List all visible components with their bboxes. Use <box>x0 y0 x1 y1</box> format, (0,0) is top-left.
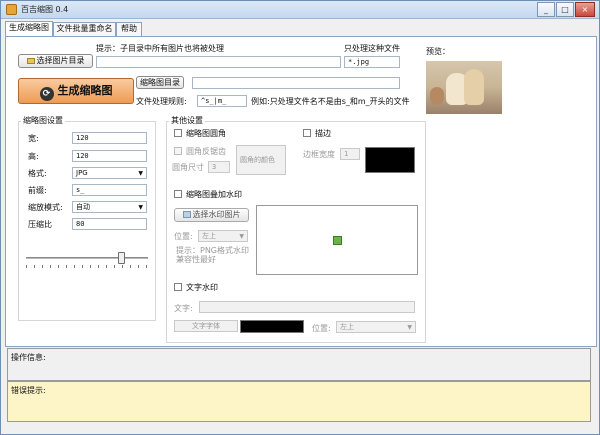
window-title: 百吉缩图 0.4 <box>21 5 69 14</box>
select-image-dir-button[interactable]: 选择图片目录 <box>18 54 93 68</box>
app-window: 百吉缩图 0.4 _ □ × 生成缩略图 文件批量重命名 帮助 选择图片目录 提… <box>0 0 600 435</box>
rule-example: 例如:只处理文件名不是由s_和m_开头的文件 <box>251 97 410 106</box>
watermark-hint: 提示：PNG格式水印兼容性最好 <box>176 246 250 264</box>
select-watermark-label: 选择水印图片 <box>192 210 241 219</box>
minimize-button[interactable]: _ <box>537 2 555 17</box>
format-label: 格式: <box>28 169 47 178</box>
scale-mode-value: 自动 <box>76 203 90 211</box>
error-label: 错误提示: <box>11 386 46 395</box>
format-select[interactable]: JPG ▼ <box>72 167 147 179</box>
height-label: 高: <box>28 152 39 161</box>
border-checkbox[interactable] <box>303 129 311 137</box>
image-dir-input[interactable] <box>96 56 341 68</box>
operation-info-panel: 操作信息: <box>7 348 591 381</box>
select-watermark-button[interactable]: 选择水印图片 <box>174 208 249 222</box>
prefix-input[interactable]: s_ <box>72 184 147 196</box>
text-watermark-checkbox[interactable] <box>174 283 182 291</box>
width-label: 宽: <box>28 134 39 143</box>
compress-input[interactable]: 80 <box>72 218 147 230</box>
text-input[interactable] <box>199 301 415 313</box>
main-panel: 选择图片目录 提示：子目录中所有图片也将被处理 只处理这种文件 *.jpg 预览… <box>5 36 597 347</box>
round-corner-checkbox[interactable] <box>174 129 182 137</box>
subdir-hint: 提示：子目录中所有图片也将被处理 <box>96 44 224 53</box>
chevron-down-icon: ▼ <box>407 324 412 331</box>
watermark-checkbox[interactable] <box>174 190 182 198</box>
preview-image <box>426 61 502 114</box>
image-icon <box>182 211 191 218</box>
thumb-settings-title: 缩略图设置 <box>21 115 65 126</box>
text-position-select[interactable]: 左上 ▼ <box>336 321 416 333</box>
tab-generate-thumbnail[interactable]: 生成缩略图 <box>5 21 53 36</box>
compress-label: 压缩比 <box>28 220 52 229</box>
watermark-position-value: 左上 <box>202 232 216 240</box>
chevron-down-icon: ▼ <box>239 233 244 240</box>
height-input[interactable]: 120 <box>72 150 147 162</box>
folder-icon <box>26 58 35 64</box>
operation-info-label: 操作信息: <box>11 353 46 362</box>
file-type-input[interactable]: *.jpg <box>344 56 400 68</box>
text-color-swatch[interactable] <box>240 320 304 333</box>
select-image-dir-label: 选择图片目录 <box>36 56 85 65</box>
border-label: 描边 <box>315 129 331 138</box>
border-width-label: 边框宽度 <box>303 150 335 159</box>
watermark-label: 缩略图叠加水印 <box>186 190 242 199</box>
generate-thumbnail-label: 生成缩略图 <box>57 84 113 97</box>
watermark-position-select[interactable]: 左上 ▼ <box>198 230 248 242</box>
format-value: JPG <box>76 169 88 177</box>
slider-thumb[interactable] <box>118 252 125 264</box>
scale-mode-label: 缩放模式: <box>28 203 63 212</box>
close-button[interactable]: × <box>575 2 595 17</box>
width-input[interactable]: 120 <box>72 132 147 144</box>
rule-input[interactable]: ^s_|m_ <box>197 95 247 107</box>
scale-mode-select[interactable]: 自动 ▼ <box>72 201 147 213</box>
font-select-box[interactable]: 文字字体 <box>174 320 238 332</box>
prefix-label: 前缀: <box>28 186 47 195</box>
compress-slider[interactable] <box>26 249 148 269</box>
round-corner-label: 缩略图圆角 <box>186 129 226 138</box>
chevron-down-icon: ▼ <box>138 170 143 177</box>
tab-batch-rename[interactable]: 文件批量重命名 <box>53 22 116 36</box>
slider-track <box>26 257 148 259</box>
file-type-label: 只处理这种文件 <box>344 44 400 53</box>
title-bar: 百吉缩图 0.4 _ □ × <box>1 1 599 19</box>
preview-label: 预览： <box>426 47 450 56</box>
thumb-dir-input[interactable] <box>192 77 400 89</box>
corner-size-input[interactable]: 3 <box>208 161 230 173</box>
rule-label: 文件处理规则: <box>136 97 187 106</box>
corner-color-box[interactable]: 圆角的颜色 <box>236 145 286 175</box>
text-label: 文字: <box>174 304 193 313</box>
thumb-dir-button[interactable]: 缩略图目录 <box>136 76 184 89</box>
chevron-down-icon: ▼ <box>138 204 143 211</box>
maximize-button[interactable]: □ <box>556 2 574 17</box>
text-watermark-label: 文字水印 <box>186 283 218 292</box>
error-panel: 错误提示: <box>7 381 591 422</box>
image-placeholder-icon <box>333 236 342 245</box>
watermark-position-label: 位置: <box>174 232 193 241</box>
other-settings-title: 其他设置 <box>169 115 205 126</box>
slider-ticks <box>26 265 148 268</box>
refresh-icon: ⟳ <box>39 87 54 101</box>
border-width-input[interactable]: 1 <box>340 148 360 160</box>
antialias-checkbox[interactable] <box>174 147 182 155</box>
watermark-preview-box <box>256 205 418 275</box>
app-icon <box>6 4 17 15</box>
text-position-value: 左上 <box>340 323 354 331</box>
tab-help[interactable]: 帮助 <box>116 22 142 36</box>
generate-thumbnail-button[interactable]: ⟳ 生成缩略图 <box>18 78 134 104</box>
antialias-label: 圆角反锯齿 <box>186 147 226 156</box>
corner-size-label: 圆角尺寸 <box>172 163 204 172</box>
text-position-label: 位置: <box>312 324 331 333</box>
border-color-swatch[interactable] <box>365 147 415 173</box>
